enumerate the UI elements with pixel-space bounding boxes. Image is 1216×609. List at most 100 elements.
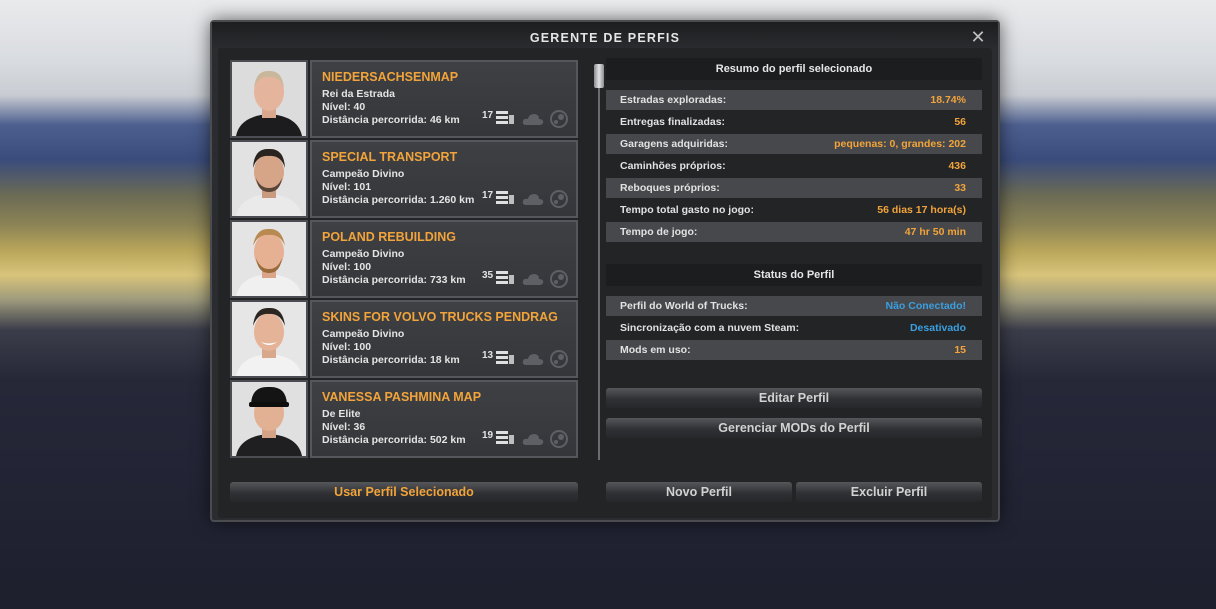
cloud-icon — [522, 354, 544, 365]
delete-profile-button[interactable]: Excluir Perfil — [796, 482, 982, 502]
stat-row-deliveries: Entregas finalizadas: 56 — [606, 112, 982, 132]
manage-mods-button[interactable]: Gerenciar MODs do Perfil — [606, 418, 982, 438]
truck-icon — [496, 271, 514, 284]
status-value: 15 — [954, 344, 966, 356]
stat-row-play-time: Tempo de jogo: 47 hr 50 min — [606, 222, 982, 242]
profile-rank: Campeão Divino — [322, 168, 405, 180]
profile-rank: De Elite — [322, 408, 361, 420]
truck-count: 17 — [482, 190, 494, 201]
steam-cloud-toggle[interactable]: Desativado — [910, 322, 966, 334]
stat-value: 56 dias 17 hora(s) — [877, 204, 966, 216]
profile-distance: Distância percorrida: 733 km — [322, 274, 466, 286]
steam-icon — [550, 350, 568, 368]
new-profile-button[interactable]: Novo Perfil — [606, 482, 792, 502]
cloud-icon — [522, 274, 544, 285]
profile-name: SPECIAL TRANSPORT — [322, 150, 458, 164]
status-row-wot: Perfil do World of Trucks: Não Conectado… — [606, 296, 982, 316]
profile-card[interactable]: NIEDERSACHSENMAP Rei da Estrada Nível: 4… — [310, 60, 578, 138]
steam-icon — [550, 190, 568, 208]
dialog-body: NIEDERSACHSENMAP Rei da Estrada Nível: 4… — [218, 48, 992, 518]
stat-row-garages: Garagens adquiridas: pequenas: 0, grande… — [606, 134, 982, 154]
profile-level: Nível: 101 — [322, 181, 372, 193]
stat-value: 33 — [954, 182, 966, 194]
profile-distance: Distância percorrida: 18 km — [322, 354, 460, 366]
profile-rank: Rei da Estrada — [322, 88, 395, 100]
profile-distance: Distância percorrida: 502 km — [322, 434, 466, 446]
scroll-thumb[interactable] — [594, 64, 604, 88]
profile-list-scrollbar[interactable] — [594, 64, 604, 462]
stat-label: Caminhões próprios: — [620, 160, 726, 172]
profile-manager-dialog: GERENTE DE PERFIS ✕ NIEDERSACHSENMAP Rei… — [210, 20, 1000, 522]
truck-count: 35 — [482, 270, 494, 281]
profile-card[interactable]: SKINS FOR VOLVO TRUCKS PENDRAG Campeão D… — [310, 300, 578, 378]
profile-name: SKINS FOR VOLVO TRUCKS PENDRAG — [322, 310, 558, 324]
profile-distance: Distância percorrida: 46 km — [322, 114, 460, 126]
profile-name: POLAND REBUILDING — [322, 230, 457, 244]
stat-row-total-time: Tempo total gasto no jogo: 56 dias 17 ho… — [606, 200, 982, 220]
status-row-steam-cloud: Sincronização com a nuvem Steam: Desativ… — [606, 318, 982, 338]
profile-item[interactable]: NIEDERSACHSENMAP Rei da Estrada Nível: 4… — [230, 60, 578, 138]
cloud-icon — [522, 114, 544, 125]
truck-icon — [496, 111, 514, 124]
steam-icon — [550, 270, 568, 288]
stat-value: 56 — [954, 116, 966, 128]
profile-level: Nível: 36 — [322, 421, 366, 433]
stat-row-roads: Estradas exploradas: 18.74% — [606, 90, 982, 110]
truck-count: 19 — [482, 430, 494, 441]
title-bar: GERENTE DE PERFIS — [212, 22, 998, 50]
steam-icon — [550, 430, 568, 448]
stat-label: Tempo de jogo: — [620, 226, 698, 238]
status-label: Mods em uso: — [620, 344, 691, 356]
status-header: Status do Perfil — [606, 264, 982, 286]
stat-label: Tempo total gasto no jogo: — [620, 204, 754, 216]
summary-header: Resumo do perfil selecionado — [606, 58, 982, 80]
truck-icon — [496, 351, 514, 364]
profile-level: Nível: 100 — [322, 341, 372, 353]
stat-label: Estradas exploradas: — [620, 94, 727, 106]
edit-profile-button[interactable]: Editar Perfil — [606, 388, 982, 408]
status-label: Perfil do World of Trucks: — [620, 300, 748, 312]
wot-connect-link[interactable]: Não Conectado! — [885, 300, 966, 312]
profile-card[interactable]: POLAND REBUILDING Campeão Divino Nível: … — [310, 220, 578, 298]
profile-distance: Distância percorrida: 1.260 km — [322, 194, 475, 206]
truck-count: 17 — [482, 110, 494, 121]
stat-row-trailers: Reboques próprios: 33 — [606, 178, 982, 198]
truck-icon — [496, 191, 514, 204]
avatar — [230, 140, 308, 218]
profile-name: NIEDERSACHSENMAP — [322, 70, 459, 84]
profile-rank: Campeão Divino — [322, 248, 405, 260]
avatar — [230, 380, 308, 458]
scroll-track — [598, 84, 600, 460]
profile-item[interactable]: POLAND REBUILDING Campeão Divino Nível: … — [230, 220, 578, 298]
avatar — [230, 300, 308, 378]
status-label: Sincronização com a nuvem Steam: — [620, 322, 800, 334]
stat-row-trucks: Caminhões próprios: 436 — [606, 156, 982, 176]
close-icon[interactable]: ✕ — [970, 28, 986, 46]
profile-item[interactable]: VANESSA PASHMINA MAP De Elite Nível: 36 … — [230, 380, 578, 458]
cloud-icon — [522, 434, 544, 445]
profile-item[interactable]: SKINS FOR VOLVO TRUCKS PENDRAG Campeão D… — [230, 300, 578, 378]
profile-item[interactable]: SPECIAL TRANSPORT Campeão Divino Nível: … — [230, 140, 578, 218]
profile-card[interactable]: VANESSA PASHMINA MAP De Elite Nível: 36 … — [310, 380, 578, 458]
stat-value: 436 — [948, 160, 966, 172]
cloud-icon — [522, 194, 544, 205]
status-row-mods: Mods em uso: 15 — [606, 340, 982, 360]
steam-icon — [550, 110, 568, 128]
profile-level: Nível: 40 — [322, 101, 366, 113]
profile-rank: Campeão Divino — [322, 328, 405, 340]
stat-value: 18.74% — [930, 94, 966, 106]
stat-value: pequenas: 0, grandes: 202 — [834, 138, 966, 150]
stat-label: Entregas finalizadas: — [620, 116, 726, 128]
avatar — [230, 220, 308, 298]
stat-label: Garagens adquiridas: — [620, 138, 728, 150]
profile-name: VANESSA PASHMINA MAP — [322, 390, 482, 404]
truck-count: 13 — [482, 350, 494, 361]
avatar — [230, 60, 308, 138]
use-profile-button[interactable]: Usar Perfil Selecionado — [230, 482, 578, 502]
stat-label: Reboques próprios: — [620, 182, 720, 194]
profile-level: Nível: 100 — [322, 261, 372, 273]
profile-card[interactable]: SPECIAL TRANSPORT Campeão Divino Nível: … — [310, 140, 578, 218]
truck-icon — [496, 431, 514, 444]
stat-value: 47 hr 50 min — [904, 226, 966, 238]
dialog-title: GERENTE DE PERFIS — [529, 31, 681, 45]
